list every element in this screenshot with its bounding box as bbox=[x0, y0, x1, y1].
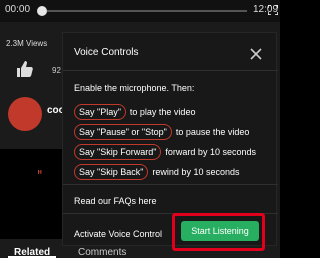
current-time: 00:00 bbox=[5, 4, 31, 15]
faq-link[interactable]: Read our FAQs here bbox=[74, 196, 157, 206]
command-description: forward by 10 seconds bbox=[165, 146, 256, 157]
fullscreen-icon[interactable] bbox=[268, 5, 278, 15]
thumbs-up-icon[interactable] bbox=[16, 60, 34, 78]
divider bbox=[63, 213, 278, 214]
activate-voice-label: Activate Voice Control bbox=[74, 229, 163, 239]
view-count: 2.3M Views bbox=[6, 39, 48, 48]
command-description: to play the video bbox=[129, 106, 196, 117]
command-row-pause: Say "Pause" or "Stop" to pause the video bbox=[74, 123, 249, 140]
command-row-play: Say "Play" to play the video bbox=[74, 103, 195, 120]
command-phrase: Say "Skip Forward" bbox=[74, 143, 162, 160]
thumbnail-logo: ᴴ bbox=[38, 169, 42, 178]
dialog-header: Voice Controls bbox=[63, 33, 278, 71]
command-phrase: Say "Skip Back" bbox=[74, 163, 149, 180]
tab-comments[interactable]: Comments bbox=[78, 247, 126, 258]
like-count: 92 bbox=[52, 66, 61, 75]
close-icon[interactable] bbox=[249, 47, 263, 61]
instructions-text: Enable the microphone. Then: bbox=[74, 83, 195, 93]
command-phrase: Say "Play" bbox=[74, 103, 126, 120]
command-row-skip-forward: Say "Skip Forward" forward by 10 seconds bbox=[74, 143, 256, 160]
command-phrase: Say "Pause" or "Stop" bbox=[74, 123, 172, 140]
start-listening-button[interactable]: Start Listening bbox=[181, 221, 259, 241]
related-video-thumbnail[interactable]: ᴴ bbox=[0, 149, 66, 239]
command-description: rewind by 10 seconds bbox=[152, 166, 240, 177]
divider bbox=[63, 184, 278, 185]
command-description: to pause the video bbox=[175, 126, 250, 137]
video-player-bar: 00:00 12:09 bbox=[0, 0, 280, 22]
scrubber-handle[interactable] bbox=[37, 6, 47, 16]
dialog-title: Voice Controls bbox=[74, 47, 139, 58]
progress-track[interactable] bbox=[47, 10, 247, 12]
voice-controls-dialog: Voice Controls Enable the microphone. Th… bbox=[62, 32, 278, 246]
command-row-skip-back: Say "Skip Back" rewind by 10 seconds bbox=[74, 163, 239, 180]
channel-avatar[interactable] bbox=[8, 97, 42, 131]
